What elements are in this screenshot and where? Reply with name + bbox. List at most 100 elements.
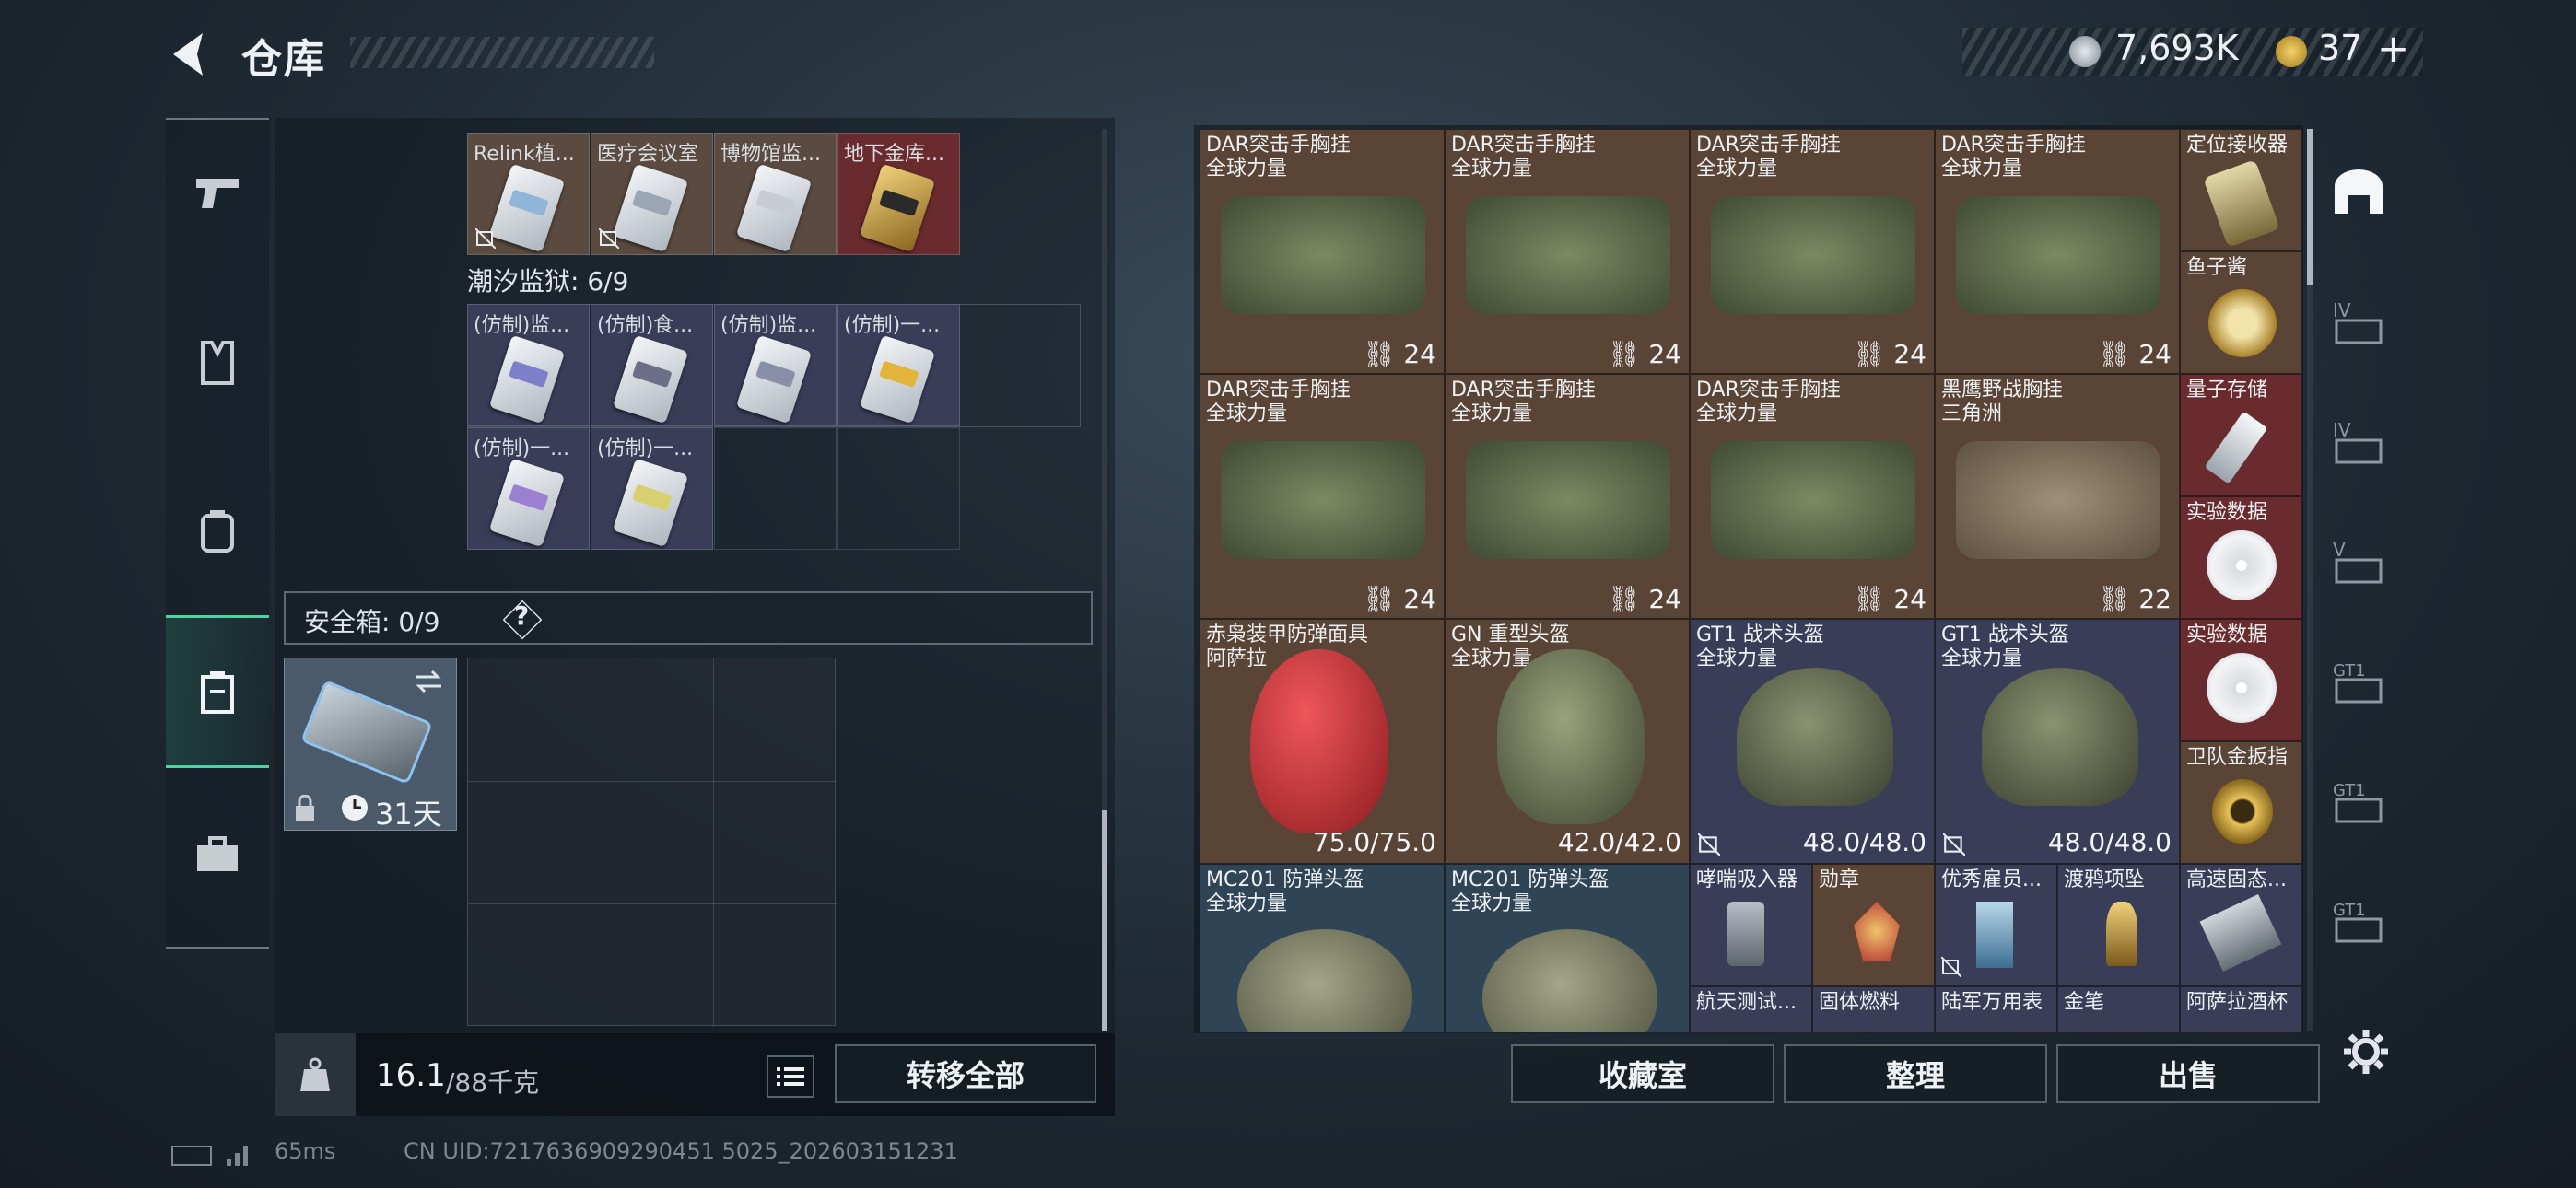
item-cell[interactable]: (仿制)一... <box>837 304 960 426</box>
item-name: 黑鹰野战胸挂 三角洲 <box>1941 379 2064 425</box>
stash-tab-3[interactable]: IV <box>2313 387 2405 497</box>
stash-item[interactable]: 陆军万用表 <box>1935 986 2057 1033</box>
item-cell[interactable]: (仿制)监... <box>714 304 837 426</box>
item-name: 博物馆监... <box>720 143 821 166</box>
chest-rig-icon <box>1221 196 1425 314</box>
stash-item[interactable]: MC201 防弹头盔 全球力量 <box>1200 864 1445 1033</box>
item-name: 优秀雇员... <box>1941 868 2042 891</box>
help-icon[interactable]: ? <box>514 600 529 631</box>
gold-amount: 37 <box>2318 28 2363 68</box>
toolbox-tab[interactable] <box>166 781 269 928</box>
stash-item[interactable]: 高速固态... <box>2180 864 2302 986</box>
item-cell[interactable]: (仿制)一... <box>591 427 713 550</box>
stash-item[interactable]: 金笔 <box>2057 986 2180 1033</box>
item-name: 医疗会议室 <box>597 143 699 166</box>
stash-tab-2[interactable]: IV <box>2313 267 2405 378</box>
mask-icon <box>1250 649 1388 833</box>
item-name: 卫队金扳指 <box>2186 746 2289 769</box>
stash-item[interactable]: 勋章 <box>1812 864 1935 986</box>
item-name: 固体燃料 <box>1819 991 1901 1014</box>
safebox-grid <box>467 658 837 1027</box>
caviar-icon <box>2208 289 2277 357</box>
inhaler-icon <box>1727 902 1764 966</box>
stash-item[interactable]: 固体燃料 <box>1812 986 1935 1033</box>
item-name: MC201 防弹头盔 全球力量 <box>1451 868 1610 915</box>
item-name: 渡鸦项坠 <box>2064 868 2146 891</box>
stash-item[interactable]: 优秀雇员... <box>1935 864 2057 986</box>
safebox-tab[interactable] <box>166 615 269 768</box>
item-cell[interactable]: (仿制)监... <box>467 304 590 426</box>
stash-item[interactable]: GT1 战术头盔 全球力量 48.0/48.0 <box>1690 619 1935 864</box>
empty-slot[interactable] <box>714 427 837 550</box>
stash-tab-6[interactable]: GT1 <box>2313 746 2405 856</box>
stash-tab-7[interactable]: GT1 <box>2313 866 2405 976</box>
stash-item[interactable]: DAR突击手胸挂 全球力量 ⛓ 24 <box>1690 374 1935 619</box>
swap-icon[interactable] <box>412 668 445 695</box>
silver-coin-icon <box>2069 36 2101 67</box>
stash-item[interactable]: DAR突击手胸挂 全球力量 ⛓ 24 <box>1935 129 2180 374</box>
keycard-icon <box>612 163 689 253</box>
item-quantity: ⛓ 24 <box>1852 339 1926 369</box>
stash-item[interactable]: 鱼子酱 <box>2180 251 2302 374</box>
ssd-icon <box>2199 894 2282 972</box>
sort-button[interactable]: 整理 <box>1784 1044 2047 1103</box>
stash-tab-4[interactable]: V <box>2313 507 2405 617</box>
toolbox-icon <box>197 836 238 871</box>
stash-item[interactable]: GT1 战术头盔 全球力量 48.0/48.0 <box>1935 619 2180 864</box>
item-name: (仿制)食... <box>597 314 694 337</box>
safebox-item[interactable]: 31天 <box>284 658 457 832</box>
chest-rig-icon <box>1711 441 1915 559</box>
item-quantity: ⛓ 24 <box>1607 339 1681 369</box>
safebox-label: 安全箱: 0/9 <box>304 607 440 637</box>
stash-item[interactable]: GN 重型头盔 全球力量 42.0/42.0 <box>1445 619 1690 864</box>
stash-item[interactable]: DAR突击手胸挂 全球力量 ⛓ 24 <box>1690 129 1935 374</box>
left-scrollbar-thumb[interactable] <box>1102 810 1107 1031</box>
item-name: DAR突击手胸挂 全球力量 <box>1696 134 1841 181</box>
stash-item[interactable]: 卫队金扳指 <box>2180 741 2302 864</box>
stash-item[interactable]: 渡鸦项坠 <box>2057 864 2180 986</box>
item-cell[interactable]: 医疗会议室 <box>591 133 713 255</box>
vest-tab[interactable] <box>166 289 269 437</box>
safebox-case-icon <box>300 680 433 785</box>
stash-tab-5[interactable]: GT1 <box>2313 626 2405 737</box>
ring-icon <box>2212 779 2273 844</box>
stash-item[interactable]: 哮喘吸入器 <box>1690 864 1812 986</box>
stash-item[interactable]: 实验数据 <box>2180 619 2302 741</box>
item-name: Relink植... <box>474 143 575 166</box>
stash-item[interactable]: DAR突击手胸挂 全球力量 ⛓ 24 <box>1200 374 1445 619</box>
stash-item[interactable]: 赤枭装甲防弹面具 阿萨拉 75.0/75.0 <box>1200 619 1445 864</box>
stash-item[interactable]: DAR突击手胸挂 全球力量 ⛓ 24 <box>1445 374 1690 619</box>
backpack-tab[interactable] <box>166 457 269 604</box>
list-view-button[interactable] <box>767 1055 814 1098</box>
stash-item[interactable]: DAR突击手胸挂 全球力量 ⛓ 24 <box>1445 129 1690 374</box>
stash-item[interactable]: 实验数据 <box>2180 496 2302 619</box>
empty-slot[interactable] <box>837 427 960 550</box>
settings-gear-icon[interactable] <box>2342 1028 2390 1076</box>
item-name: 实验数据 <box>2186 501 2268 524</box>
chest-rig-icon <box>1956 196 2160 314</box>
collection-room-button[interactable]: 收藏室 <box>1511 1044 1774 1103</box>
item-cell[interactable]: 地下金库... <box>837 133 960 255</box>
item-cell[interactable]: 博物馆监... <box>714 133 837 255</box>
keycard-icon <box>488 334 566 425</box>
stash-item[interactable]: DAR突击手胸挂 全球力量 ⛓ 24 <box>1200 129 1445 374</box>
back-arrow-icon[interactable] <box>166 28 216 81</box>
pistol-tab[interactable] <box>166 120 269 267</box>
item-cell[interactable]: (仿制)食... <box>591 304 713 426</box>
stash-item[interactable]: MC201 防弹头盔 全球力量 <box>1445 864 1690 1033</box>
item-cell[interactable]: (仿制)一... <box>467 427 590 550</box>
stash-tab-1[interactable] <box>2313 138 2405 249</box>
keycard-icon <box>612 458 689 548</box>
stash-item[interactable]: 阿萨拉酒杯 <box>2180 986 2302 1033</box>
item-name: DAR突击手胸挂 全球力量 <box>1941 134 2086 181</box>
add-gold-icon[interactable]: + <box>2377 26 2409 71</box>
item-name: (仿制)一... <box>474 437 570 460</box>
item-cell[interactable]: Relink植... <box>467 133 590 255</box>
stash-item[interactable]: 航天测试... <box>1690 986 1812 1033</box>
stash-item[interactable]: 定位接收器 <box>2180 129 2302 251</box>
transfer-all-button[interactable]: 转移全部 <box>835 1044 1096 1103</box>
disc-icon <box>2207 653 2277 723</box>
stash-item[interactable]: 黑鹰野战胸挂 三角洲 ⛓ 22 <box>1935 374 2180 619</box>
sell-button[interactable]: 出售 <box>2056 1044 2320 1103</box>
stash-item[interactable]: 量子存储 <box>2180 374 2302 496</box>
